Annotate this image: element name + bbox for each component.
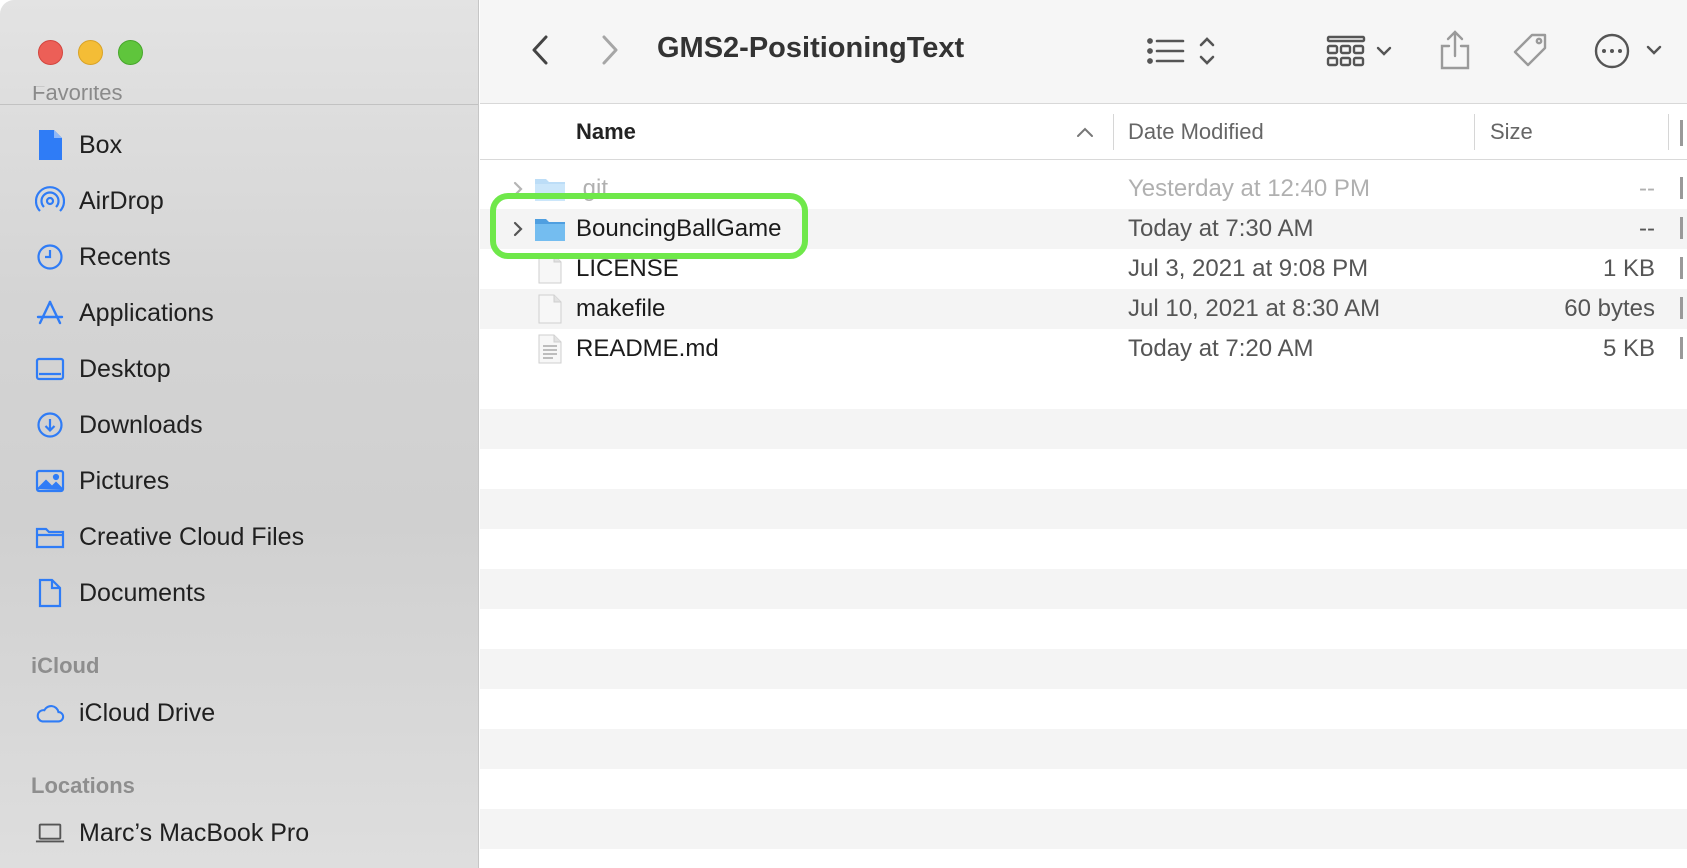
back-chevron-icon — [532, 35, 548, 65]
file-date: Jul 10, 2021 at 8:30 AM — [1128, 295, 1381, 322]
file-name: README.md — [576, 335, 719, 362]
column-header-name[interactable]: Name — [576, 104, 636, 160]
minimize-window-button[interactable] — [78, 40, 103, 65]
back-button[interactable] — [522, 30, 558, 70]
empty-row — [480, 809, 1687, 849]
sidebar-item-pictures[interactable]: Pictures — [0, 459, 478, 503]
list-view-icon — [1147, 37, 1215, 65]
sidebar-header: Favorites — [0, 0, 478, 105]
locations-heading: Locations — [31, 773, 135, 798]
file-row-readme[interactable]: README.md Today at 7:20 AM 5 KB — [480, 329, 1687, 369]
sidebar-item-desktop[interactable]: Desktop — [0, 347, 478, 391]
more-actions-button[interactable] — [1592, 28, 1672, 74]
favorites-heading: Favorites — [32, 86, 123, 104]
group-button[interactable] — [1326, 30, 1406, 72]
column-divider[interactable] — [1474, 114, 1475, 150]
more-ellipsis-icon — [1594, 33, 1662, 69]
file-row-makefile[interactable]: makefile Jul 10, 2021 at 8:30 AM 60 byte… — [480, 289, 1687, 329]
empty-row — [480, 569, 1687, 609]
column-edge-marker — [1680, 217, 1683, 239]
sidebar-item-box[interactable]: Box — [0, 123, 478, 167]
share-icon — [1440, 30, 1470, 70]
sidebar-item-label: Downloads — [79, 410, 203, 439]
sidebar-item-label: Desktop — [79, 354, 171, 383]
sidebar: Favorites Box AirDrop Recents Applicatio… — [0, 0, 479, 868]
cloud-icon — [35, 698, 65, 728]
column-edge-marker — [1680, 257, 1683, 279]
column-edge-marker — [1680, 337, 1683, 359]
forward-chevron-icon — [602, 35, 618, 65]
file-size: 5 KB — [1602, 335, 1655, 362]
column-edge-marker — [1680, 120, 1683, 146]
sidebar-item-downloads[interactable]: Downloads — [0, 403, 478, 447]
download-icon — [35, 410, 65, 440]
column-header-bar: Name Date Modified Size — [480, 104, 1687, 160]
tag-icon — [1513, 33, 1547, 67]
clock-icon — [35, 242, 65, 272]
file-date: Yesterday at 12:40 PM — [1128, 175, 1370, 202]
window-title: GMS2-PositioningText — [657, 32, 965, 64]
sidebar-item-macbook[interactable]: Marc’s MacBook Pro — [0, 811, 478, 855]
desktop-icon — [35, 354, 65, 384]
highlight-annotation — [490, 193, 808, 259]
empty-row — [480, 409, 1687, 449]
empty-row — [480, 729, 1687, 769]
file-date: Today at 7:30 AM — [1128, 215, 1314, 242]
group-grid-icon — [1326, 35, 1392, 67]
column-header-size[interactable]: Size — [1490, 104, 1533, 160]
applications-icon — [35, 298, 65, 328]
sidebar-item-label: Creative Cloud Files — [79, 522, 305, 551]
column-header-date[interactable]: Date Modified — [1128, 104, 1264, 160]
sidebar-item-creative-cloud-files[interactable]: Creative Cloud Files — [0, 515, 478, 559]
sidebar-item-documents[interactable]: Documents — [0, 571, 478, 615]
file-list: .git Yesterday at 12:40 PM -- BouncingBa… — [480, 160, 1687, 868]
empty-row — [480, 649, 1687, 689]
sidebar-item-applications[interactable]: Applications — [0, 291, 478, 335]
sidebar-item-label: Documents — [79, 578, 206, 607]
file-name: makefile — [576, 295, 666, 322]
file-date: Jul 3, 2021 at 9:08 PM — [1128, 255, 1369, 282]
sidebar-item-label: Applications — [79, 298, 214, 327]
sidebar-item-label: Box — [79, 130, 123, 159]
column-edge-marker — [1680, 177, 1683, 199]
text-file-icon — [538, 334, 562, 364]
file-date: Today at 7:20 AM — [1128, 335, 1314, 362]
file-size: 1 KB — [1602, 255, 1655, 282]
sidebar-item-airdrop[interactable]: AirDrop — [0, 179, 478, 223]
file-icon — [538, 294, 562, 324]
sidebar-item-icloud-drive[interactable]: iCloud Drive — [0, 691, 478, 735]
forward-button[interactable] — [592, 30, 628, 70]
close-window-button[interactable] — [38, 40, 63, 65]
icloud-heading: iCloud — [31, 653, 100, 678]
file-size: -- — [1639, 175, 1655, 202]
sidebar-item-label: AirDrop — [79, 186, 164, 215]
document-icon — [35, 578, 65, 608]
sidebar-item-label: iCloud Drive — [79, 698, 216, 727]
view-options-button[interactable] — [1146, 30, 1226, 72]
file-size: 60 bytes — [1564, 295, 1655, 322]
tag-button[interactable] — [1507, 28, 1553, 74]
empty-row — [480, 489, 1687, 529]
folder-icon — [35, 522, 65, 552]
file-size: -- — [1639, 215, 1655, 242]
zoom-window-button[interactable] — [118, 40, 143, 65]
laptop-icon — [35, 818, 65, 848]
toolbar: GMS2-PositioningText — [480, 0, 1687, 104]
box-doc-icon — [35, 130, 65, 160]
column-divider[interactable] — [1668, 114, 1669, 150]
column-edge-marker — [1680, 297, 1683, 319]
sort-ascending-icon — [1076, 104, 1094, 160]
sidebar-item-label: Marc’s MacBook Pro — [79, 818, 310, 847]
sidebar-item-recents[interactable]: Recents — [0, 235, 478, 279]
airdrop-icon — [35, 186, 65, 216]
share-button[interactable] — [1433, 26, 1477, 74]
column-divider[interactable] — [1113, 114, 1114, 150]
sidebar-item-label: Recents — [79, 242, 171, 271]
pictures-icon — [35, 466, 65, 496]
sidebar-item-label: Pictures — [79, 466, 170, 495]
